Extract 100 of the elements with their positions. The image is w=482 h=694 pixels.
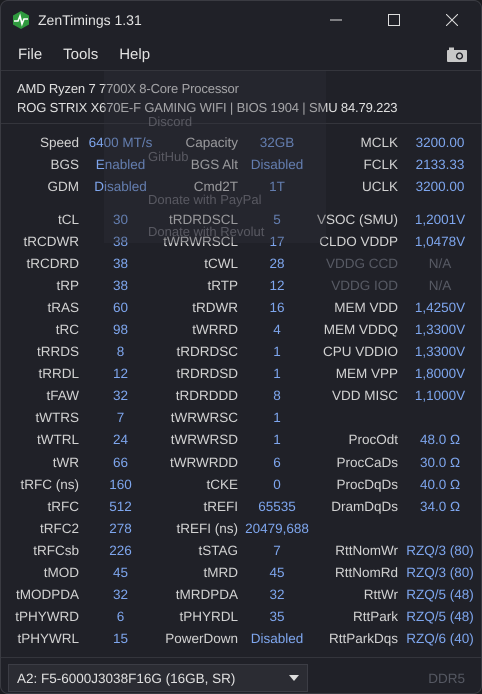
field-value: 3200.00: [416, 135, 464, 151]
field-value: Disabled: [94, 179, 147, 195]
field-label: RttParkDqs: [328, 630, 398, 647]
field-value: Enabled: [96, 157, 146, 173]
field-value: 1,3300V: [414, 322, 466, 338]
module-dropdown[interactable]: A2: F5-6000J3038F16G (16GB, SR): [8, 664, 308, 692]
field-value: 32: [269, 586, 285, 603]
field-label: FCLK: [363, 157, 398, 173]
field-label: BGS Alt: [190, 157, 238, 173]
field-label: tRFCsb: [33, 542, 79, 559]
field-value: 32: [112, 586, 128, 603]
field-value: 12: [112, 366, 128, 382]
field-value: 8: [116, 344, 124, 360]
field-value: 35: [269, 608, 285, 625]
field-label: tRAS: [47, 300, 79, 316]
maximize-icon: [388, 14, 400, 26]
field-value: 45: [269, 564, 285, 581]
field-label: tREFI: [203, 498, 238, 515]
field-label: tWTRL: [37, 432, 79, 448]
field-label: tRCDRD: [26, 256, 79, 272]
field-label: Cmd2T: [194, 179, 238, 194]
field-value: 278: [109, 520, 132, 537]
field-label: tRP: [56, 278, 79, 294]
field-label: tPHYWRL: [17, 630, 79, 647]
field-label: tMRD: [204, 564, 238, 581]
field-value: 30.0 Ω: [420, 454, 460, 471]
field-label: CPU VDDIO: [322, 344, 398, 360]
field-label: VDDG CCD: [326, 256, 398, 272]
field-label: tWR: [52, 454, 79, 471]
field-label: GDM: [48, 179, 79, 195]
field-label: MEM VDDQ: [324, 322, 398, 338]
field-value: 6: [273, 454, 281, 471]
field-label: tREFI (ns): [176, 520, 238, 537]
field-label: tRDRDSD: [176, 366, 238, 382]
field-value: Disabled: [250, 630, 304, 647]
field-label: ProcCaDs: [336, 454, 398, 471]
field-label: MCLK: [360, 135, 398, 151]
field-value: 1,3300V: [414, 344, 466, 360]
field-label: tRDRDSCL: [168, 212, 238, 228]
field-label: tMOD: [44, 564, 79, 581]
field-label: Capacity: [185, 135, 238, 151]
field-label: tRDRDDD: [176, 388, 238, 404]
field-value: 1: [273, 410, 281, 426]
field-label: tWRWRDD: [170, 454, 238, 471]
field-label: RttNomWr: [335, 542, 398, 559]
field-value: 1,0478V: [414, 234, 466, 250]
field-label: tCWL: [204, 256, 238, 272]
field-label: tMRDPDA: [176, 586, 238, 603]
field-label: tWRWRSC: [170, 410, 238, 426]
field-label: VSOC (SMU): [317, 212, 398, 228]
field-value: 38: [112, 278, 128, 294]
menu-item[interactable]: Tools: [63, 46, 98, 63]
field-value: 0: [273, 476, 281, 493]
field-label: tCL: [58, 212, 79, 228]
processor-name: AMD Ryzen 7 7700X 8-Core Processor: [17, 80, 240, 98]
menu-item[interactable]: File: [18, 46, 42, 63]
field-value: 17: [269, 234, 285, 250]
field-value: 1,1000V: [414, 388, 466, 404]
field-label: tRFC2: [40, 520, 79, 537]
field-value: RZQ/3 (80): [406, 564, 474, 581]
field-label: tPHYWRD: [15, 608, 79, 625]
field-label: ProcDqDs: [336, 476, 398, 493]
field-value: 1: [273, 344, 281, 360]
field-value: 512: [109, 498, 132, 515]
field-label: tMODPDA: [16, 586, 79, 603]
field-value: 34.0 Ω: [420, 498, 460, 515]
field-value: RZQ/6 (40): [406, 630, 474, 647]
menu-item[interactable]: Help: [119, 46, 150, 63]
field-value: 3200.00: [416, 179, 464, 195]
field-label: Speed: [40, 135, 79, 151]
field-value: 32GB: [260, 135, 294, 151]
field-value: 30: [112, 212, 128, 228]
field-value: 65535: [258, 498, 296, 515]
field-value: RZQ/5 (48): [406, 586, 474, 603]
field-value: 45: [112, 564, 128, 581]
field-label: tRRDL: [38, 366, 79, 382]
field-value: 1T: [269, 179, 285, 195]
close-icon: [446, 14, 458, 26]
field-label: tWRWRSD: [170, 432, 238, 448]
field-label: tCKE: [206, 476, 238, 493]
field-value: 1,2001V: [414, 212, 466, 228]
field-label: ProcOdt: [348, 432, 398, 448]
field-label: BGS: [50, 157, 79, 173]
field-value: 6: [116, 608, 124, 625]
field-value: 32: [112, 388, 128, 404]
field-label: VDD MISC: [332, 388, 398, 404]
field-label: RttPark: [352, 608, 398, 625]
field-label: UCLK: [362, 179, 398, 195]
field-value: 66: [112, 454, 128, 471]
field-value: 7: [116, 410, 124, 426]
field-label: PowerDown: [165, 630, 238, 647]
camera-icon[interactable]: [447, 47, 467, 62]
field-label: tRFC: [48, 498, 79, 515]
board-info: ROG STRIX X670E-F GAMING WIFI | BIOS 1904 | SMU 84.79.223: [17, 99, 398, 116]
field-value: 16: [269, 300, 285, 316]
field-label: RttNomRd: [334, 564, 398, 581]
field-value: 48.0 Ω: [420, 432, 460, 448]
field-value: 38: [112, 234, 128, 250]
field-label: tRFC (ns): [20, 476, 79, 493]
field-value: 7: [273, 542, 281, 559]
